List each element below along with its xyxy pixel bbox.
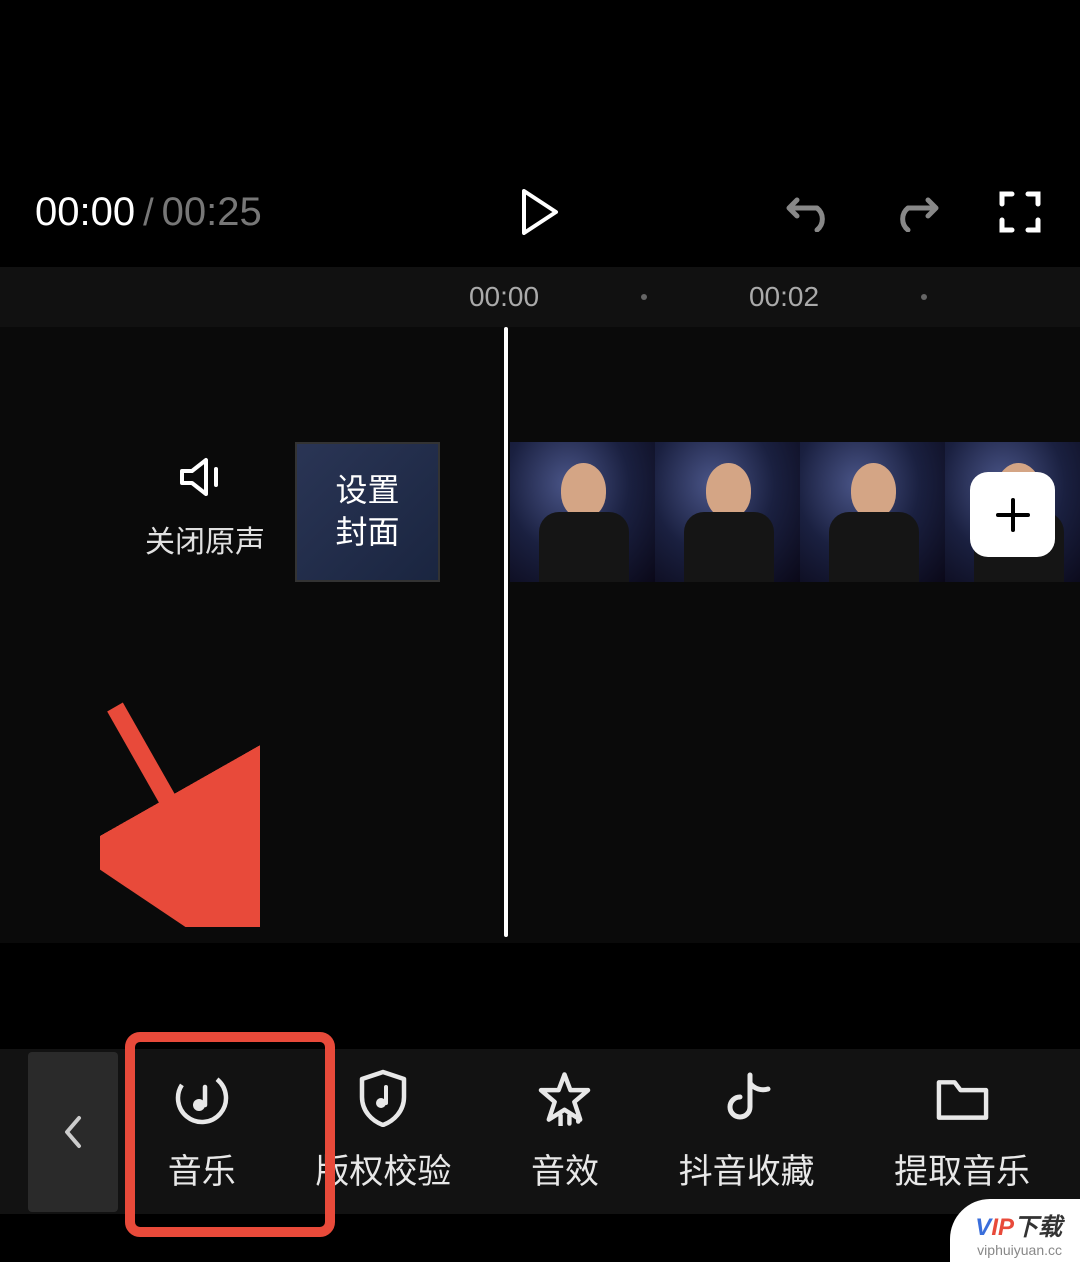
tool-label: 抖音收藏: [679, 1144, 815, 1193]
time-display: 00:00 / 00:25: [35, 190, 262, 235]
redo-button[interactable]: [890, 187, 940, 237]
cover-line1: 设置: [335, 470, 399, 512]
tool-label: 提取音乐: [894, 1144, 1030, 1193]
right-controls: [785, 187, 1045, 237]
undo-button[interactable]: [785, 187, 835, 237]
annotation-arrow: [100, 697, 260, 927]
tool-music[interactable]: 音乐: [153, 1061, 251, 1203]
play-icon: [520, 189, 560, 235]
tool-label: 音效: [531, 1144, 599, 1193]
speaker-icon: [180, 457, 230, 497]
tool-extract-music[interactable]: 提取音乐: [879, 1061, 1045, 1203]
tool-label: 版权校验: [315, 1144, 451, 1193]
tiktok-icon: [719, 1071, 774, 1126]
timeline-ruler[interactable]: 00:00 00:02: [0, 267, 1080, 327]
video-frame: [800, 442, 945, 582]
music-icon: [174, 1071, 229, 1126]
watermark: VIP下载 viphuiyuan.cc: [950, 1199, 1080, 1262]
ruler-dot: [921, 294, 927, 300]
current-time: 00:00: [35, 190, 135, 235]
add-clip-button[interactable]: [970, 472, 1055, 557]
mute-original-audio-button[interactable]: 关闭原声: [145, 457, 265, 561]
fullscreen-button[interactable]: [995, 187, 1045, 237]
tool-label: 音乐: [168, 1144, 236, 1193]
tool-sound-effects[interactable]: 音效: [516, 1061, 614, 1203]
watermark-url: viphuiyuan.cc: [975, 1242, 1062, 1258]
playhead[interactable]: [504, 327, 508, 937]
mute-label: 关闭原声: [145, 517, 265, 561]
ruler-mark: 00:02: [749, 281, 819, 313]
back-button[interactable]: [28, 1052, 118, 1212]
plus-icon: [993, 495, 1033, 535]
time-separator: /: [143, 192, 154, 235]
folder-icon: [935, 1071, 990, 1126]
fullscreen-icon: [998, 190, 1042, 234]
play-button[interactable]: [510, 182, 570, 242]
chevron-left-icon: [63, 1115, 83, 1149]
tool-copyright-check[interactable]: 版权校验: [300, 1061, 466, 1203]
ruler-mark: 00:00: [469, 281, 539, 313]
video-frame: [510, 442, 655, 582]
playback-controls: 00:00 / 00:25: [0, 187, 1080, 237]
watermark-logo: VIP下载: [975, 1207, 1062, 1242]
video-preview-area: 00:00 / 00:25: [0, 0, 1080, 267]
tool-douyin-favorites[interactable]: 抖音收藏: [664, 1061, 830, 1203]
cover-line2: 封面: [335, 512, 399, 554]
set-cover-button[interactable]: 设置 封面: [295, 442, 440, 582]
timeline-area[interactable]: 关闭原声 设置 封面: [0, 327, 1080, 943]
tool-items: 音乐 版权校验 音效: [118, 1061, 1080, 1203]
star-audio-icon: [537, 1071, 592, 1126]
ruler-dot: [641, 294, 647, 300]
redo-icon: [890, 192, 940, 232]
total-time: 00:25: [162, 190, 262, 235]
bottom-toolbar: 音乐 版权校验 音效: [0, 1049, 1080, 1214]
shield-music-icon: [356, 1071, 411, 1126]
undo-icon: [785, 192, 835, 232]
video-frame: [655, 442, 800, 582]
